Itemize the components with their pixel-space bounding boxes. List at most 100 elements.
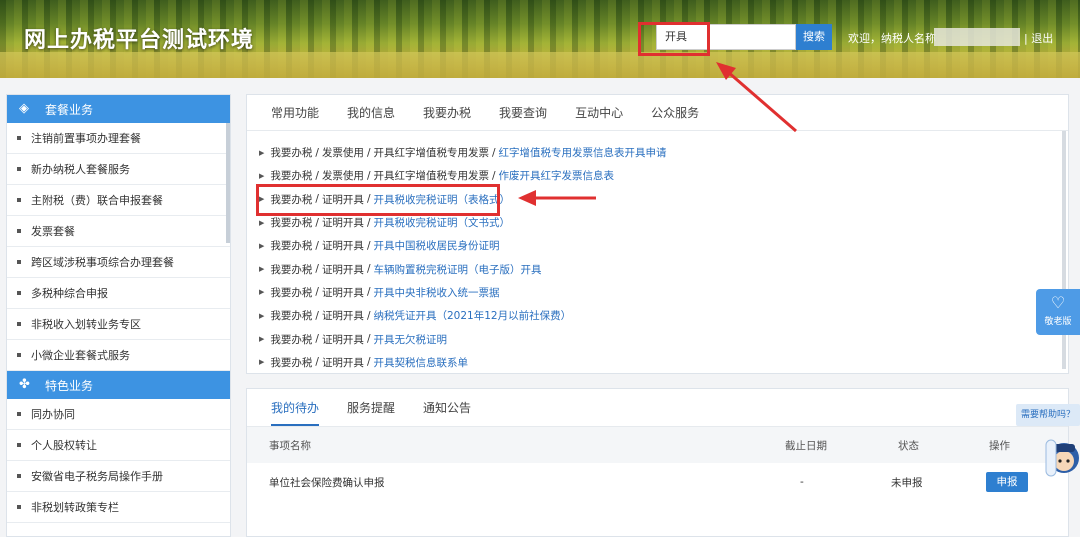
breadcrumb-segment: 开具红字增值税专用发票 xyxy=(373,170,489,183)
breadcrumb-segment: 发票使用 xyxy=(321,170,364,183)
breadcrumb-separator: / xyxy=(315,263,319,276)
sidebar-item[interactable]: 同办协同 xyxy=(7,399,230,430)
link-leaf[interactable]: 开具中国税收居民身份证明 xyxy=(373,238,499,253)
breadcrumb-segment: 证明开具 xyxy=(321,310,364,323)
link-list: ▶ 我要办税 / 发票使用 / 开具红字增值税专用发票 / 红字增值税专用发票信息表开具申请 ▶… xyxy=(247,131,1068,374)
breadcrumb-separator: / xyxy=(315,146,319,159)
clover-icon: ✤ xyxy=(19,377,30,392)
breadcrumb-segment: 证明开具 xyxy=(321,286,364,299)
link-row[interactable]: ▶ 我要办税 / 证明开具 / 开具无欠税证明 xyxy=(247,327,1068,350)
tab-notice[interactable]: 通知公告 xyxy=(423,399,471,426)
tab-query[interactable]: 我要查询 xyxy=(499,104,547,121)
sidebar-item[interactable]: 注销前置事项办理套餐 xyxy=(7,123,230,154)
tab-my-info[interactable]: 我的信息 xyxy=(347,104,395,121)
link-leaf[interactable]: 开具无欠税证明 xyxy=(373,332,447,347)
breadcrumb-separator: / xyxy=(491,169,496,182)
caret-right-icon: ▶ xyxy=(259,171,265,180)
sidebar-item[interactable]: 个人股权转让 xyxy=(7,430,230,461)
todo-panel: 我的待办 服务提醒 通知公告 事项名称 截止日期 状态 操作 单位社会保险费确认… xyxy=(246,388,1069,537)
link-row[interactable]: ▶ 我要办税 / 证明开具 / 开具中央非税收入统一票据 xyxy=(247,281,1068,304)
tab-tax-handling[interactable]: 我要办税 xyxy=(423,104,471,121)
help-bubble[interactable]: 需要帮助吗？ xyxy=(1016,404,1080,426)
sidebar-item[interactable]: 跨区域涉税事项综合办理套餐 xyxy=(7,247,230,278)
sidebar-scrollbar[interactable] xyxy=(226,123,230,243)
assistant-avatar-icon[interactable] xyxy=(1042,432,1080,484)
link-row[interactable]: ▶ 我要办税 / 证明开具 / 开具中国税收居民身份证明 xyxy=(247,234,1068,257)
bottom-tabs: 我的待办 服务提醒 通知公告 xyxy=(247,389,1068,427)
table-row: 单位社会保险费确认申报 - 未申报 申报 xyxy=(247,463,1068,501)
table-header: 事项名称 截止日期 状态 操作 xyxy=(247,427,1068,463)
breadcrumb-segment: 我要办税 xyxy=(270,286,313,299)
breadcrumb-segment: 证明开具 xyxy=(321,217,364,230)
tab-public-service[interactable]: 公众服务 xyxy=(651,104,699,121)
breadcrumb-segment: 我要办税 xyxy=(270,240,313,253)
link-leaf[interactable]: 红字增值税专用发票信息表开具申请 xyxy=(499,145,667,160)
tab-service-reminder[interactable]: 服务提醒 xyxy=(347,399,395,426)
sidebar-item[interactable]: 新办纳税人套餐服务 xyxy=(7,154,230,185)
breadcrumb-segment: 证明开具 xyxy=(321,240,364,253)
sidebar-item[interactable]: 发票套餐 xyxy=(7,216,230,247)
sidebar-section-features[interactable]: ✤ 特色业务 xyxy=(7,371,230,399)
link-leaf[interactable]: 开具契税信息联系单 xyxy=(373,355,468,370)
elder-mode-button[interactable]: ♡ 敬老版 xyxy=(1036,289,1080,335)
tab-interaction[interactable]: 互动中心 xyxy=(575,104,623,121)
tab-common[interactable]: 常用功能 xyxy=(271,104,319,121)
caret-right-icon: ▶ xyxy=(259,311,265,320)
breadcrumb-segment: 我要办税 xyxy=(270,147,313,160)
breadcrumb-separator: / xyxy=(491,146,496,159)
top-tabs: 常用功能 我的信息 我要办税 我要查询 互动中心 公众服务 xyxy=(247,95,1068,131)
caret-right-icon: ▶ xyxy=(259,241,265,250)
breadcrumb-separator: / xyxy=(366,169,371,182)
breadcrumb-segment: 我要办税 xyxy=(270,310,313,323)
sidebar-item[interactable]: 非税收入划转业务专区 xyxy=(7,309,230,340)
link-row[interactable]: ▶ 我要办税 / 证明开具 / 纳税凭证开具（2021年12月以前社保费） xyxy=(247,304,1068,327)
sidebar-section-packages[interactable]: ◈ 套餐业务 xyxy=(7,95,230,123)
annotation-box-search xyxy=(638,22,710,56)
link-leaf[interactable]: 纳税凭证开具（2021年12月以前社保费） xyxy=(373,308,571,323)
sidebar: ◈ 套餐业务 注销前置事项办理套餐 新办纳税人套餐服务 主附税（费）联合申报套餐… xyxy=(6,94,231,537)
breadcrumb-separator: / xyxy=(315,169,319,182)
breadcrumb-separator: / xyxy=(366,333,371,346)
caret-right-icon: ▶ xyxy=(259,218,265,227)
breadcrumb-separator: / xyxy=(315,333,319,346)
breadcrumb-separator: / xyxy=(366,356,371,369)
quick-links-panel: 常用功能 我的信息 我要办税 我要查询 互动中心 公众服务 ▶ 我要办税 / 发票使用… xyxy=(246,94,1069,374)
breadcrumb-segment: 发票使用 xyxy=(321,147,364,160)
sidebar-item[interactable]: 多税种综合申报 xyxy=(7,278,230,309)
breadcrumb-segment: 我要办税 xyxy=(270,217,313,230)
link-row[interactable]: ▶ 我要办税 / 证明开具 / 车辆购置税完税证明（电子版）开具 xyxy=(247,257,1068,280)
breadcrumb-separator: / xyxy=(366,286,371,299)
caret-right-icon: ▶ xyxy=(259,335,265,344)
link-leaf[interactable]: 作废开具红字发票信息表 xyxy=(499,168,615,183)
item-name: 单位社会保险费确认申报 xyxy=(269,476,385,489)
redacted-name xyxy=(934,28,1020,46)
banner-water xyxy=(0,52,1080,78)
sidebar-item[interactable]: 非税划转政策专栏 xyxy=(7,492,230,523)
heart-hand-icon: ♡ xyxy=(1050,293,1066,312)
logout-link[interactable]: | 退出 xyxy=(1024,30,1053,46)
sidebar-item[interactable]: 安徽省电子税务局操作手册 xyxy=(7,461,230,492)
link-leaf[interactable]: 开具中央非税收入统一票据 xyxy=(373,285,499,300)
apply-button[interactable]: 申报 xyxy=(986,472,1028,492)
caret-right-icon: ▶ xyxy=(259,148,265,157)
tab-my-todo[interactable]: 我的待办 xyxy=(271,399,320,426)
breadcrumb-segment: 我要办税 xyxy=(270,333,313,346)
caret-right-icon: ▶ xyxy=(259,265,265,274)
item-deadline: - xyxy=(800,476,804,488)
link-row[interactable]: ▶ 我要办税 / 发票使用 / 开具红字增值税专用发票 / 红字增值税专用发票信息表开具申请 xyxy=(247,141,1068,164)
breadcrumb-segment: 我要办税 xyxy=(270,356,313,369)
breadcrumb-separator: / xyxy=(366,309,371,322)
breadcrumb-segment: 证明开具 xyxy=(321,333,364,346)
breadcrumb-separator: / xyxy=(315,356,319,369)
annotation-box-link xyxy=(256,184,500,216)
link-leaf[interactable]: 车辆购置税完税证明（电子版）开具 xyxy=(373,262,541,277)
item-status: 未申报 xyxy=(891,476,923,489)
sidebar-item[interactable]: 小微企业套餐式服务 xyxy=(7,340,230,371)
sidebar-item[interactable]: 主附税（费）联合申报套餐 xyxy=(7,185,230,216)
search-button[interactable]: 搜索 xyxy=(796,24,832,50)
breadcrumb-segment: 我要办税 xyxy=(270,263,313,276)
breadcrumb-segment: 证明开具 xyxy=(321,356,364,369)
link-row[interactable]: ▶ 我要办税 / 证明开具 / 开具契税信息联系单 xyxy=(247,351,1068,374)
breadcrumb-separator: / xyxy=(366,239,371,252)
link-leaf[interactable]: 开具税收完税证明（文书式） xyxy=(373,215,510,230)
